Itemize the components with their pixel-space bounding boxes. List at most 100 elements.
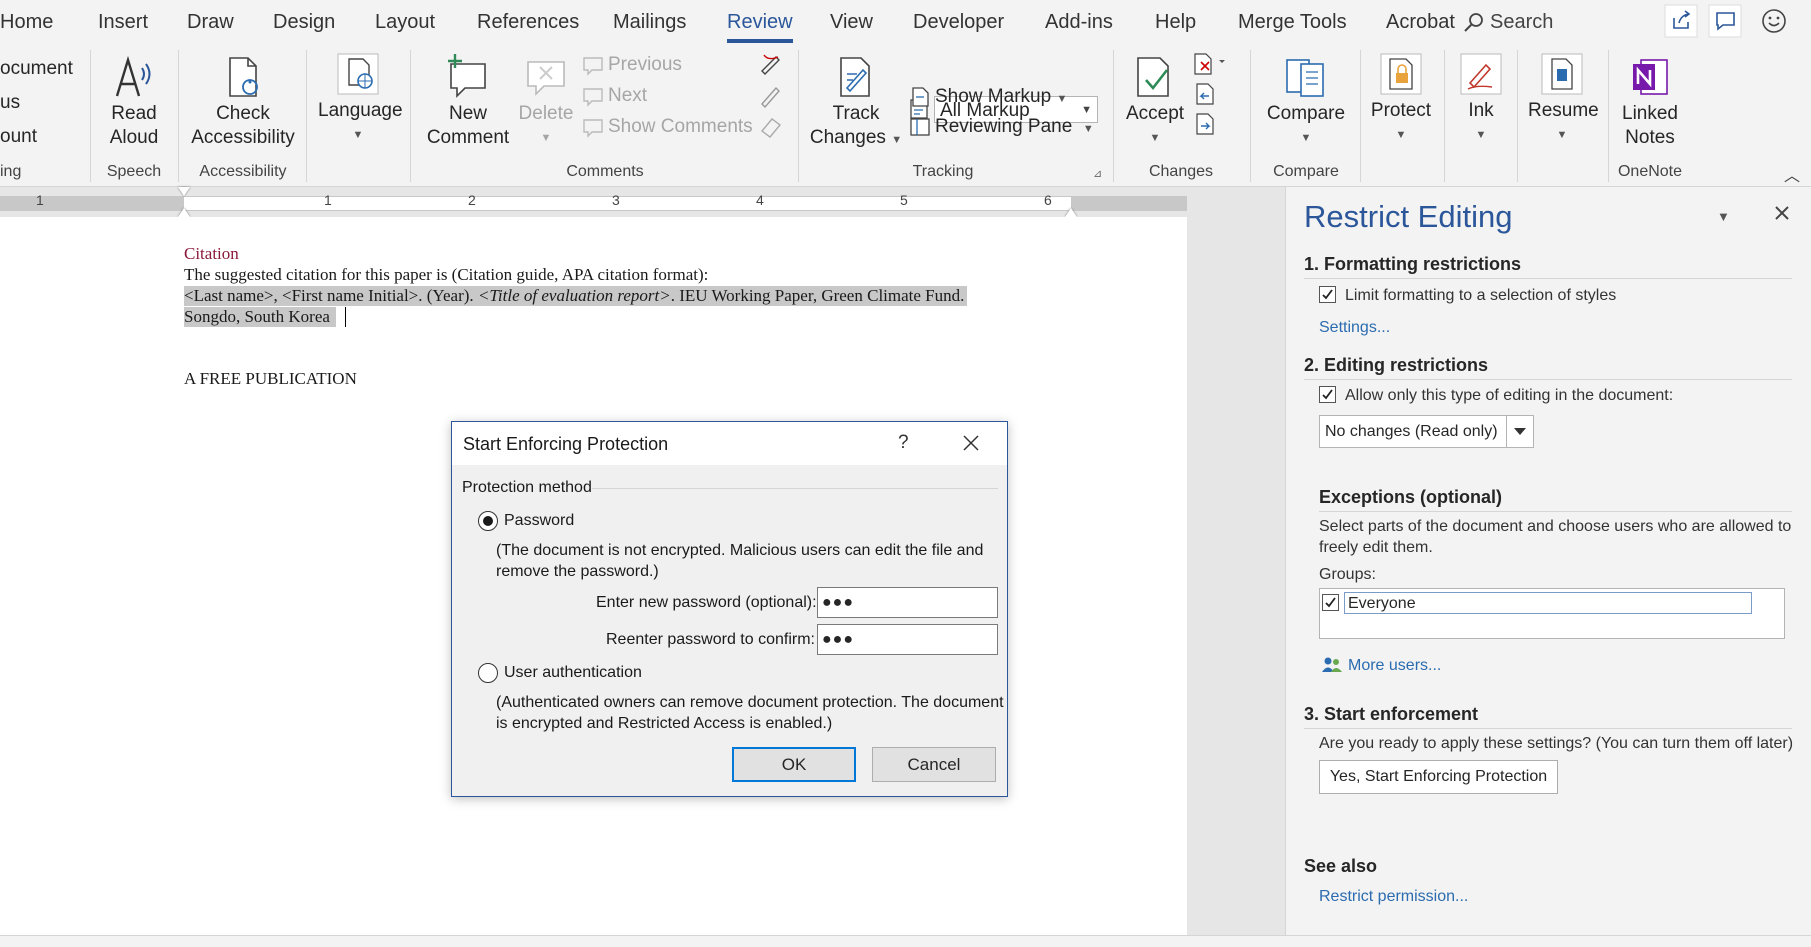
proofing-item-3[interactable]: ount	[0, 126, 37, 148]
comments-icon[interactable]	[1708, 4, 1742, 38]
ok-button[interactable]: OK	[732, 747, 856, 782]
protect-button[interactable]: Protect ▼	[1368, 51, 1434, 147]
eraser-icon[interactable]	[758, 113, 784, 144]
tab-add-ins[interactable]: Add-ins	[1045, 11, 1113, 34]
help-button[interactable]: ?	[898, 432, 909, 454]
start-enforcing-button[interactable]: Yes, Start Enforcing Protection	[1319, 760, 1558, 794]
status-bar	[0, 935, 1811, 947]
user-authentication-label[interactable]: User authentication	[504, 664, 642, 682]
linked-notes-button[interactable]: Linked Notes	[1614, 54, 1686, 150]
next-change-icon[interactable]	[1193, 112, 1217, 141]
compare-button[interactable]: Compare ▼	[1262, 54, 1350, 150]
allow-only-checkbox[interactable]	[1319, 386, 1336, 403]
citation-author-placeholder: <Last name>, <First name Initial>. (Year…	[184, 286, 478, 305]
language-button[interactable]: Language ▼	[318, 51, 403, 147]
groups-list[interactable]: Everyone	[1319, 588, 1785, 639]
new-comment-button[interactable]: New Comment	[420, 54, 516, 150]
next-comment-icon	[583, 88, 603, 107]
delete-comment-button[interactable]: Delete ▼	[516, 54, 576, 150]
editing-type-dropdown[interactable]: No changes (Read only)	[1319, 415, 1534, 448]
tab-review[interactable]: Review	[727, 11, 793, 43]
group-separator	[306, 50, 307, 182]
next-comment-button[interactable]: Next	[583, 85, 647, 107]
collapse-ribbon-icon[interactable]: ︿	[1784, 162, 1800, 186]
tab-view[interactable]: View	[830, 11, 873, 34]
reviewing-pane-label: Reviewing Pane	[935, 116, 1073, 137]
show-comments-icon	[583, 119, 603, 138]
citation-title-placeholder: <Title of evaluation report>	[477, 286, 671, 305]
cancel-button[interactable]: Cancel	[872, 747, 996, 782]
track-changes-button[interactable]: Track Changes ▼	[808, 54, 904, 152]
tracking-dialog-launcher-icon[interactable]: ⊿	[1093, 167, 1102, 180]
pane-options-dropdown-icon[interactable]: ▼	[1717, 209, 1730, 224]
tab-insert[interactable]: Insert	[98, 11, 148, 34]
show-markup-button[interactable]: Show Markup ▼	[912, 86, 1067, 108]
accessibility-group-label: Accessibility	[199, 163, 287, 180]
tab-design[interactable]: Design	[273, 11, 335, 34]
track-changes-icon	[840, 57, 870, 97]
share-icon[interactable]	[1664, 4, 1698, 38]
tab-developer[interactable]: Developer	[913, 11, 1004, 34]
search-box[interactable]: Search	[1464, 11, 1553, 34]
horizontal-ruler[interactable]: 1 1 2 3 4 5 6	[0, 187, 1187, 217]
check-accessibility-icon	[229, 57, 258, 97]
resume-button[interactable]: Resume ▼	[1528, 51, 1599, 147]
group-everyone-item[interactable]: Everyone	[1344, 592, 1752, 614]
user-authentication-radio[interactable]	[478, 663, 498, 683]
tab-merge-tools[interactable]: Merge Tools	[1238, 11, 1347, 34]
ink-button[interactable]: Ink ▼	[1454, 51, 1508, 147]
settings-link[interactable]: Settings...	[1319, 319, 1390, 337]
ruler-left-margin	[0, 196, 184, 211]
smiley-feedback-icon[interactable]	[1757, 4, 1791, 38]
tab-layout[interactable]: Layout	[375, 11, 435, 34]
hanging-indent-marker[interactable]	[178, 208, 190, 217]
show-comments-button[interactable]: Show Comments	[583, 116, 753, 138]
ruler-number: 4	[756, 192, 764, 208]
proofing-item-2[interactable]: us	[0, 92, 20, 114]
confirm-password-input[interactable]: ●●●	[817, 624, 998, 655]
tab-references[interactable]: References	[477, 11, 579, 34]
dialog-close-icon[interactable]	[962, 434, 980, 452]
ink-comment-icon[interactable]	[758, 51, 784, 82]
previous-change-icon[interactable]	[1193, 82, 1217, 111]
proofing-item-1[interactable]: ocument	[0, 58, 73, 80]
pane-close-icon[interactable]	[1773, 204, 1791, 222]
group-separator	[1517, 50, 1518, 182]
reviewing-pane-button[interactable]: Reviewing Pane ▼	[910, 116, 1094, 138]
everyone-checkbox[interactable]	[1322, 594, 1339, 611]
restrict-permission-link[interactable]: Restrict permission...	[1319, 888, 1468, 906]
editing-type-value: No changes (Read only)	[1325, 423, 1498, 440]
password-option-label[interactable]: Password	[504, 512, 574, 530]
group-separator	[410, 50, 411, 182]
group-separator	[1360, 50, 1361, 182]
tab-home[interactable]: Home	[0, 11, 53, 34]
right-indent-marker[interactable]	[1065, 208, 1077, 217]
read-aloud-icon	[115, 55, 151, 97]
more-users-link[interactable]: More users...	[1348, 657, 1441, 675]
limit-formatting-checkbox[interactable]	[1319, 286, 1336, 303]
resume-dropdown-icon: ▼	[1556, 129, 1568, 141]
password-radio[interactable]	[478, 511, 498, 531]
section-divider	[1319, 511, 1792, 512]
pen-icon[interactable]	[758, 82, 784, 113]
resume-label: Resume	[1528, 100, 1599, 121]
dialog-titlebar[interactable]: Start Enforcing Protection ?	[452, 422, 1007, 465]
tab-acrobat[interactable]: Acrobat	[1386, 11, 1455, 34]
accept-button[interactable]: Accept ▼	[1125, 54, 1185, 150]
users-icon	[1321, 656, 1343, 679]
accept-dropdown-icon: ▼	[1149, 132, 1161, 144]
reject-icon[interactable]	[1193, 52, 1229, 81]
limit-formatting-label: Limit formatting to a selection of style…	[1345, 287, 1617, 304]
see-also-heading: See also	[1304, 856, 1378, 876]
restrict-editing-pane: Restrict Editing ▼ 1. Formatting restric…	[1285, 187, 1811, 935]
check-accessibility-button[interactable]: Check Accessibility	[188, 54, 298, 150]
tab-draw[interactable]: Draw	[187, 11, 234, 34]
first-line-indent-marker[interactable]	[178, 187, 190, 196]
new-password-input[interactable]: ●●●	[817, 587, 998, 618]
exceptions-description-2: freely edit them.	[1319, 539, 1433, 556]
previous-comment-button[interactable]: Previous	[583, 54, 682, 76]
tab-mailings[interactable]: Mailings	[613, 11, 686, 34]
delete-label: Delete	[518, 103, 574, 124]
tab-help[interactable]: Help	[1155, 11, 1196, 34]
read-aloud-button[interactable]: Read Aloud	[98, 54, 170, 150]
